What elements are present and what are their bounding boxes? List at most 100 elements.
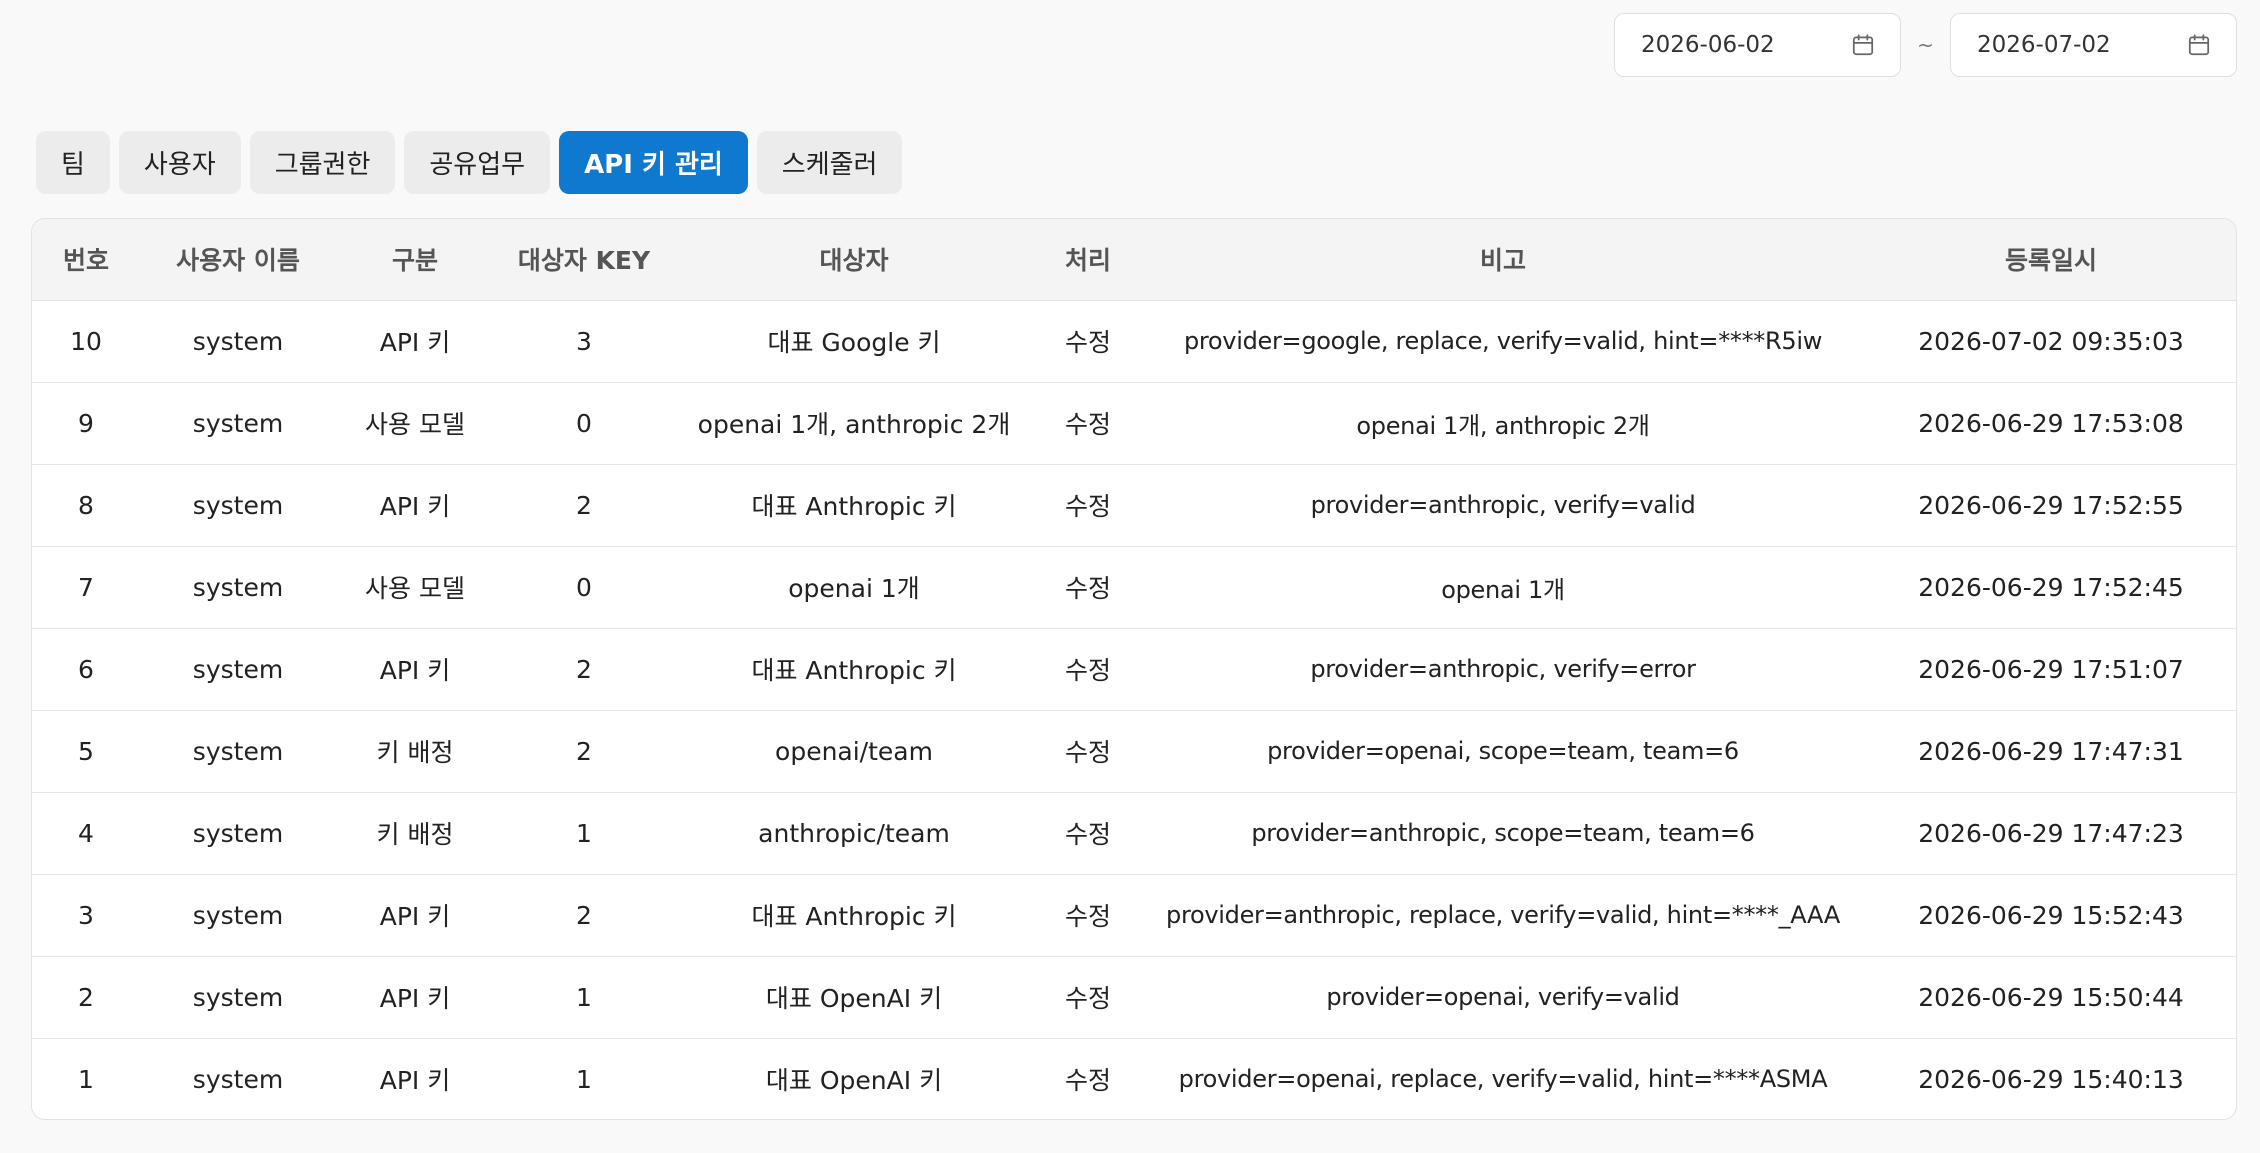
header-remarks[interactable]: 비고 (1142, 219, 1864, 301)
cell-number: 10 (32, 300, 140, 383)
cell-action: 수정 (1034, 300, 1142, 383)
cell-category: API 키 (336, 874, 494, 957)
cell-action: 수정 (1034, 792, 1142, 875)
start-date-input[interactable]: 2026-06-02 (1614, 13, 1901, 77)
cell-user-name: system (140, 546, 336, 629)
cell-remarks: provider=openai, verify=valid (1142, 956, 1864, 1039)
table-row[interactable]: 7 system 사용 모델 0 openai 1개 수정 openai 1개 … (32, 546, 2236, 629)
cell-user-name: system (140, 382, 336, 465)
tab-api-key-management[interactable]: API 키 관리 (559, 131, 748, 194)
cell-target-key: 0 (494, 382, 674, 465)
cell-target-key: 1 (494, 956, 674, 1039)
header-registered-at[interactable]: 등록일시 (1864, 219, 2236, 301)
cell-registered-at: 2026-06-29 17:47:31 (1864, 710, 2236, 793)
cell-target-key: 2 (494, 710, 674, 793)
cell-target-key: 1 (494, 792, 674, 875)
cell-user-name: system (140, 464, 336, 547)
table-row[interactable]: 3 system API 키 2 대표 Anthropic 키 수정 provi… (32, 874, 2236, 957)
cell-number: 6 (32, 628, 140, 711)
header-user-name[interactable]: 사용자 이름 (140, 219, 336, 301)
table-row[interactable]: 5 system 키 배정 2 openai/team 수정 provider=… (32, 710, 2236, 793)
cell-registered-at: 2026-06-29 17:47:23 (1864, 792, 2236, 875)
cell-registered-at: 2026-06-29 17:52:45 (1864, 546, 2236, 629)
cell-target: 대표 Anthropic 키 (674, 464, 1034, 547)
cell-user-name: system (140, 710, 336, 793)
cell-target: openai 1개 (674, 546, 1034, 629)
header-number[interactable]: 번호 (32, 219, 140, 301)
cell-category: 키 배정 (336, 710, 494, 793)
cell-number: 9 (32, 382, 140, 465)
cell-remarks: openai 1개, anthropic 2개 (1142, 382, 1864, 465)
cell-action: 수정 (1064, 1066, 1111, 1096)
cell-user-name: system (140, 956, 336, 1039)
table-row[interactable]: 2 system API 키 1 대표 OpenAI 키 수정 provider… (32, 956, 2236, 1039)
cell-target: 대표 Google 키 (674, 300, 1034, 383)
table-row[interactable]: 10 system API 키 3 대표 Google 키 수정 provide… (32, 300, 2236, 383)
cell-target: 대표 OpenAI 키 (674, 956, 1034, 1039)
cell-category: 키 배정 (336, 792, 494, 875)
cell-action: 수정 (1034, 464, 1142, 547)
api-key-log-table: 번호 사용자 이름 구분 대상자 KEY 대상자 처리 비고 등록일시 10 s… (31, 218, 2237, 1120)
table-row[interactable]: 4 system 키 배정 1 anthropic/team 수정 provid… (32, 792, 2236, 875)
cell-category: API 키 (336, 464, 494, 547)
table-row[interactable]: 6 system API 키 2 대표 Anthropic 키 수정 provi… (32, 628, 2236, 711)
cell-remarks: provider=anthropic, verify=valid (1142, 464, 1864, 547)
cell-registered-at: 2026-06-29 17:51:07 (1864, 628, 2236, 711)
end-date-value: 2026-07-02 (1977, 32, 2111, 58)
cell-category: API 키 (336, 300, 494, 383)
cell-remarks: openai 1개 (1142, 546, 1864, 629)
cell-category: API 키 (336, 628, 494, 711)
end-date-input[interactable]: 2026-07-02 (1950, 13, 2237, 77)
cell-target-key: 2 (494, 874, 674, 957)
cell-action: 수정 (1034, 382, 1142, 465)
calendar-icon[interactable] (2186, 32, 2212, 58)
cell-action: 수정 (1034, 874, 1142, 957)
cell-action: 수정 (1034, 956, 1142, 1039)
date-range: 2026-06-02 ~ 2026-07-02 (1614, 13, 2237, 77)
table-row[interactable]: 1 system API 키 1 대표 OpenAI 키 수정 provider… (32, 1038, 2236, 1119)
tab-scheduler[interactable]: 스케줄러 (756, 131, 903, 194)
cell-number: 1 (78, 1064, 94, 1094)
tab-users[interactable]: 사용자 (118, 131, 241, 194)
cell-category: 사용 모델 (336, 546, 494, 629)
cell-user-name: system (140, 792, 336, 875)
cell-remarks: provider=anthropic, replace, verify=vali… (1142, 874, 1864, 957)
cell-target: openai 1개, anthropic 2개 (674, 382, 1034, 465)
cell-user-name: system (192, 1064, 284, 1094)
cell-user-name: system (140, 300, 336, 383)
cell-target-key: 2 (494, 464, 674, 547)
start-date-value: 2026-06-02 (1641, 32, 1775, 58)
cell-remarks: provider=openai, replace, verify=valid, … (1178, 1065, 1828, 1094)
cell-registered-at: 2026-06-29 15:50:44 (1864, 956, 2236, 1039)
cell-category: 사용 모델 (336, 382, 494, 465)
cell-category: API 키 (379, 1066, 451, 1096)
header-target[interactable]: 대상자 (674, 219, 1034, 301)
table-row[interactable]: 9 system 사용 모델 0 openai 1개, anthropic 2개… (32, 382, 2236, 465)
tab-shared-tasks[interactable]: 공유업무 (404, 131, 551, 194)
cell-remarks: provider=google, replace, verify=valid, … (1142, 300, 1864, 383)
cell-target-key: 2 (494, 628, 674, 711)
cell-registered-at: 2026-06-29 15:52:43 (1864, 874, 2236, 957)
cell-target: openai/team (674, 710, 1034, 793)
tab-team[interactable]: 팀 (36, 131, 110, 194)
tab-group-permissions[interactable]: 그룹권한 (249, 131, 396, 194)
header-target-key[interactable]: 대상자 KEY (494, 219, 674, 301)
cell-category: API 키 (336, 956, 494, 1039)
cell-remarks: provider=anthropic, scope=team, team=6 (1142, 792, 1864, 875)
cell-target: anthropic/team (674, 792, 1034, 875)
cell-remarks: provider=openai, scope=team, team=6 (1142, 710, 1864, 793)
header-action[interactable]: 처리 (1034, 219, 1142, 301)
cell-target: 대표 OpenAI 키 (765, 1066, 943, 1096)
calendar-icon[interactable] (1850, 32, 1876, 58)
cell-action: 수정 (1034, 628, 1142, 711)
header-category[interactable]: 구분 (336, 219, 494, 301)
cell-number: 2 (32, 956, 140, 1039)
cell-registered-at: 2026-06-29 17:53:08 (1864, 382, 2236, 465)
table-row[interactable]: 8 system API 키 2 대표 Anthropic 키 수정 provi… (32, 464, 2236, 547)
cell-action: 수정 (1034, 546, 1142, 629)
cell-number: 7 (32, 546, 140, 629)
cell-action: 수정 (1034, 710, 1142, 793)
cell-number: 8 (32, 464, 140, 547)
cell-number: 5 (32, 710, 140, 793)
cell-target: 대표 Anthropic 키 (674, 628, 1034, 711)
